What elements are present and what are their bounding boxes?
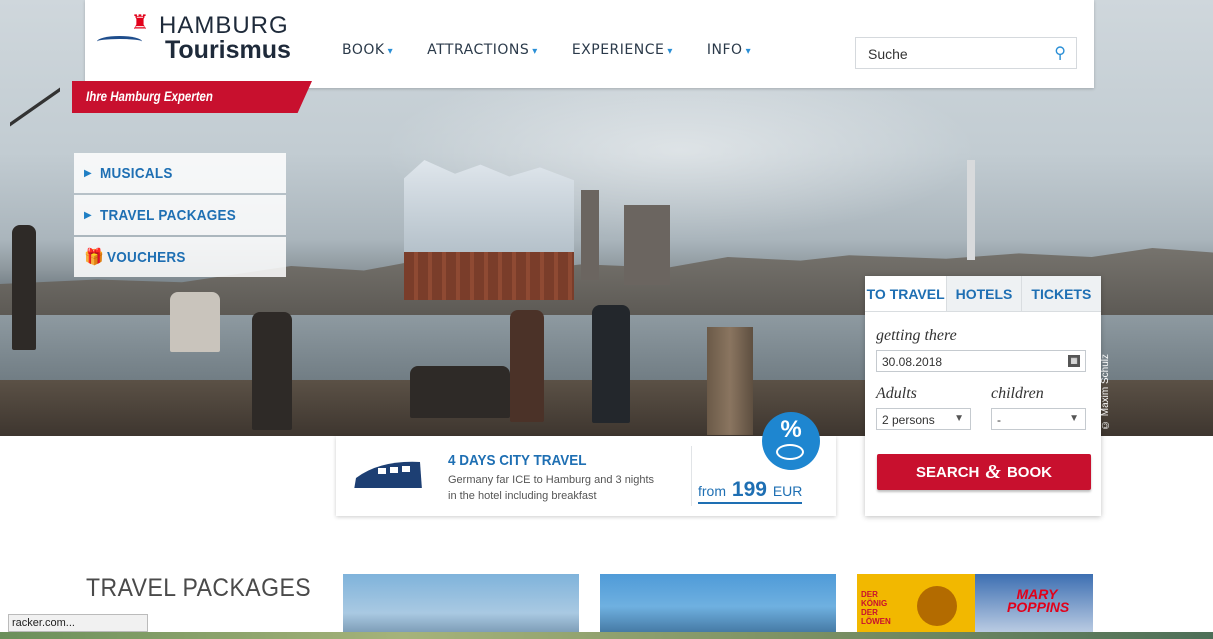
tab-hotels[interactable]: HOTELS — [946, 276, 1021, 311]
photo-credit: © Maxim Schulz — [1100, 353, 1111, 430]
browser-status-bar: racker.com... — [8, 614, 148, 632]
getting-there-label: getting there — [876, 327, 957, 344]
book-button-text-search: SEARCH — [916, 463, 980, 481]
date-value: 30.08.2018 — [882, 355, 943, 369]
person-figure — [252, 312, 292, 430]
person-figure — [410, 366, 510, 418]
package-card-musicals[interactable]: DER KÖNIG DER LÖWEN MARY POPPINS — [857, 574, 1093, 639]
book-button-ampersand: & — [985, 460, 1001, 483]
office-tower — [624, 205, 670, 285]
person-figure — [510, 310, 544, 422]
gift-icon: 🎁 — [84, 249, 104, 266]
book-button-text-book: BOOK — [1006, 463, 1052, 481]
discount-badge: % — [762, 412, 820, 470]
tv-tower — [967, 160, 975, 260]
bottom-strip — [0, 632, 1213, 639]
side-menu: ▶ MUSICALS ▶ TRAVEL PACKAGES 🎁 VOUCHERS — [74, 153, 286, 279]
nav-book-label: BOOK — [342, 42, 385, 58]
crane — [10, 87, 60, 197]
chevron-down-icon: ▾ — [532, 46, 538, 57]
nav-info-label: INFO — [706, 42, 743, 58]
lion-face-image — [917, 586, 957, 626]
search-icon[interactable]: ⚲ — [1054, 43, 1066, 63]
mooring-post — [707, 327, 753, 435]
promo-description-line1: Germany far ICE to Hamburg and 3 nights — [448, 474, 655, 486]
date-field[interactable]: 30.08.2018 ▦ — [876, 350, 1086, 372]
lion-king-text: DER KÖNIG DER LÖWEN — [861, 590, 891, 626]
promo-divider — [691, 446, 692, 506]
price-currency: EUR — [772, 483, 803, 499]
side-item-vouchers[interactable]: 🎁 VOUCHERS — [74, 237, 286, 277]
philharmonie-glass — [404, 160, 574, 252]
tab-to-travel[interactable]: TO TRAVEL — [865, 276, 947, 311]
nav-attractions-label: ATTRACTIONS — [427, 42, 530, 58]
promo-price-link[interactable]: from 199 EUR — [698, 478, 803, 504]
adults-label: Adults — [876, 385, 917, 402]
promo-card[interactable]: 4 DAYS CITY TRAVEL Germany far ICE to Ha… — [336, 436, 836, 516]
main-nav: BOOK ▾ ATTRACTIONS ▾ EXPERIENCE ▾ INFO ▾ — [342, 42, 751, 64]
tab-tickets[interactable]: TICKETS — [1020, 276, 1102, 311]
promo-title: 4 DAYS CITY TRAVEL — [448, 452, 587, 469]
search-input[interactable] — [866, 44, 1040, 64]
promo-description-line2: in the hotel including breakfast — [448, 490, 597, 502]
piggy-bank-icon — [776, 444, 804, 460]
booking-tabs: TO TRAVEL HOTELS TICKETS — [865, 276, 1102, 312]
logo[interactable]: ♜ HAMBURG Tourismus — [97, 12, 297, 64]
chevron-down-icon: ▼ — [1069, 413, 1079, 424]
chevron-down-icon: ▼ — [954, 413, 964, 424]
price-value: 199 — [731, 478, 767, 501]
nav-experience-label: EXPERIENCE — [571, 42, 665, 58]
calendar-icon[interactable]: ▦ — [1068, 355, 1080, 367]
search-and-book-button[interactable]: SEARCH & BOOK — [877, 454, 1091, 490]
side-item-label: MUSICALS — [99, 164, 173, 182]
triangle-right-icon: ▶ — [84, 167, 92, 179]
nav-experience[interactable]: EXPERIENCE ▾ — [572, 42, 673, 64]
person-figure — [170, 292, 220, 352]
side-item-label: VOUCHERS — [106, 248, 186, 266]
person-figure — [592, 305, 630, 423]
church-tower — [581, 190, 599, 280]
triangle-right-icon: ▶ — [84, 209, 92, 221]
price-prefix: from — [698, 483, 726, 499]
nav-info[interactable]: INFO ▾ — [707, 42, 751, 64]
children-label: children — [991, 385, 1044, 402]
nav-attractions[interactable]: ATTRACTIONS ▾ — [427, 42, 538, 64]
chevron-down-icon: ▾ — [667, 46, 673, 57]
nav-book[interactable]: BOOK ▾ — [342, 42, 393, 64]
booking-widget: TO TRAVEL HOTELS TICKETS getting there 3… — [865, 276, 1102, 516]
adults-value: 2 persons — [882, 413, 935, 427]
search-box: ⚲ — [855, 37, 1077, 69]
castle-icon: ♜ — [131, 12, 149, 34]
package-card[interactable] — [600, 574, 836, 639]
philharmonie-brick — [404, 252, 574, 300]
package-card[interactable] — [343, 574, 579, 639]
train-icon — [354, 461, 422, 491]
children-value: - — [997, 413, 1001, 427]
experts-ribbon: Ihre Hamburg Experten — [72, 81, 312, 113]
side-item-travel-packages[interactable]: ▶ TRAVEL PACKAGES — [74, 195, 286, 235]
logo-wave-icon — [97, 36, 142, 47]
chevron-down-icon: ▾ — [745, 46, 752, 57]
section-title-travel-packages: TRAVEL PACKAGES — [86, 574, 312, 602]
side-item-musicals[interactable]: ▶ MUSICALS — [74, 153, 286, 193]
percent-icon: % — [780, 416, 802, 443]
mary-poppins-text: MARY POPPINS — [1007, 586, 1070, 615]
site-header: ♜ HAMBURG Tourismus BOOK ▾ ATTRACTIONS ▾ E… — [85, 0, 1094, 88]
adults-select[interactable]: 2 persons ▼ — [876, 408, 971, 430]
children-select[interactable]: - ▼ — [991, 408, 1086, 430]
logo-text-tourismus: Tourismus — [165, 36, 291, 64]
person-figure — [12, 225, 36, 350]
experts-ribbon-text: Ihre Hamburg Experten — [86, 88, 213, 104]
side-item-label: TRAVEL PACKAGES — [99, 206, 236, 224]
chevron-down-icon: ▾ — [387, 46, 394, 57]
elbphilharmonie — [404, 160, 574, 300]
